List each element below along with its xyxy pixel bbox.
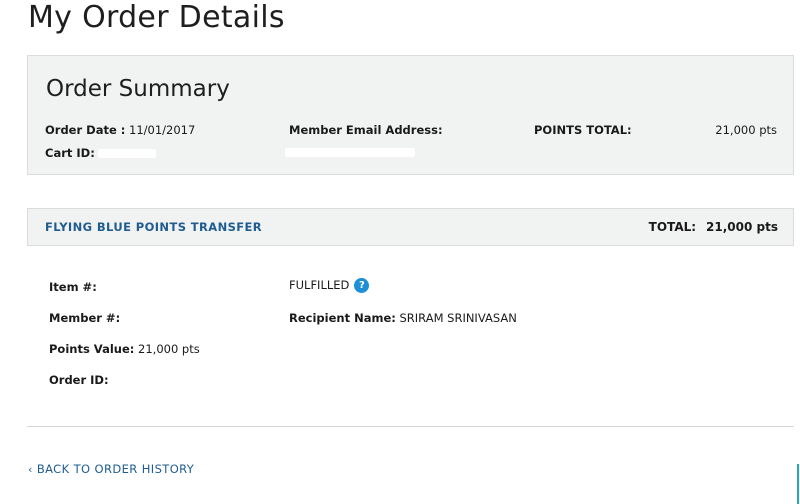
scroll-edge-indicator: [797, 464, 799, 504]
points-transfer-header: FLYING BLUE POINTS TRANSFER TOTAL: 21,000…: [27, 208, 794, 246]
member-email-label: Member Email Address:: [289, 123, 443, 137]
points-total-label: POINTS TOTAL:: [534, 123, 632, 137]
chevron-left-icon: ‹: [28, 463, 33, 476]
status-badge: FULFILLED: [289, 278, 350, 292]
order-summary-title: Order Summary: [46, 76, 230, 102]
order-date-field: Order Date : 11/01/2017: [45, 123, 195, 137]
transfer-total-value: 21,000 pts: [706, 220, 778, 234]
order-date-label: Order Date :: [45, 123, 126, 137]
points-value: 21,000 pts: [138, 342, 200, 356]
order-summary-panel: Order Summary Order Date : 11/01/2017 Ca…: [27, 55, 794, 175]
item-number-label: Item #:: [49, 280, 97, 294]
points-value-field: Points Value: 21,000 pts: [49, 342, 200, 356]
points-transfer-title: FLYING BLUE POINTS TRANSFER: [45, 220, 263, 234]
points-total-field: POINTS TOTAL:: [534, 123, 632, 137]
back-to-order-history-link[interactable]: ‹ BACK TO ORDER HISTORY: [28, 462, 194, 476]
status-field: FULFILLED?: [289, 278, 370, 293]
points-value-label: Points Value:: [49, 342, 135, 356]
recipient-value: SRIRAM SRINIVASAN: [399, 311, 517, 325]
order-id-label: Order ID:: [49, 373, 109, 387]
back-to-order-history-label: BACK TO ORDER HISTORY: [36, 462, 195, 476]
member-number-field: Member #:: [49, 311, 120, 325]
order-id-field: Order ID:: [49, 373, 109, 387]
transfer-total-label: TOTAL:: [648, 220, 697, 234]
transfer-total: TOTAL: 21,000 pts: [649, 220, 778, 234]
cart-id-label: Cart ID:: [45, 146, 95, 160]
member-email-redacted: [285, 148, 415, 157]
cart-id-redacted: [98, 149, 157, 158]
section-divider: [27, 426, 794, 427]
recipient-field: Recipient Name: SRIRAM SRINIVASAN: [289, 311, 517, 325]
help-icon[interactable]: ?: [354, 278, 370, 293]
cart-id-field: Cart ID:: [45, 146, 157, 160]
recipient-label: Recipient Name:: [289, 311, 396, 325]
member-email-field: Member Email Address:: [289, 123, 443, 137]
item-number-field: Item #:: [49, 280, 97, 294]
member-number-label: Member #:: [49, 311, 121, 325]
page-title: My Order Details: [28, 0, 285, 35]
points-total-value: 21,000 pts: [715, 123, 777, 137]
order-date-value: 11/01/2017: [129, 123, 196, 137]
